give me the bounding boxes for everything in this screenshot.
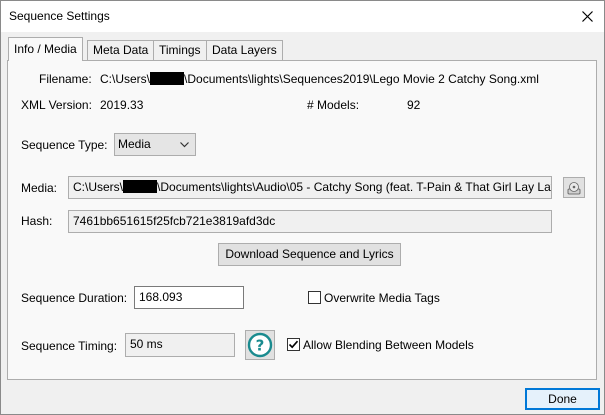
disc-icon (567, 182, 581, 195)
models-value: 92 (407, 98, 421, 112)
filename-value: C:\Users\ \Documents\lights\Sequences2019… (100, 72, 539, 86)
close-button[interactable] (570, 1, 604, 32)
filename-suffix: \Documents\lights\Sequences2019\Lego Mov… (184, 72, 539, 86)
media-path-field[interactable]: C:\Users\ \Documents\lights\Audio\05 - Ca… (68, 176, 552, 199)
sequence-duration-label: Sequence Duration: (21, 291, 128, 305)
help-icon: ? (247, 332, 273, 358)
checkmark-icon (288, 340, 299, 349)
tab-data-layers[interactable]: Data Layers (206, 40, 283, 60)
xml-version-label: XML Version: (21, 98, 92, 112)
title-bar: Sequence Settings (1, 1, 604, 32)
overwrite-media-tags-label: Overwrite Media Tags (324, 291, 440, 305)
browse-media-button[interactable] (563, 177, 585, 198)
tab-timings[interactable]: Timings (153, 40, 207, 60)
done-button[interactable]: Done (525, 388, 600, 410)
media-suffix: \Documents\lights\Audio\05 - Catchy Song… (157, 180, 552, 194)
models-label: # Models: (307, 98, 360, 112)
xml-version-value: 2019.33 (100, 98, 144, 112)
help-button[interactable]: ? (245, 330, 275, 360)
chevron-down-icon (180, 142, 189, 148)
tab-meta-data[interactable]: Meta Data (87, 40, 155, 60)
media-prefix: C:\Users\ (73, 180, 124, 194)
overwrite-media-tags-checkbox[interactable] (308, 291, 321, 304)
filename-label: Filename: (39, 72, 92, 86)
filename-prefix: C:\Users\ (100, 72, 151, 86)
download-sequence-lyrics-button[interactable]: Download Sequence and Lyrics (218, 243, 401, 266)
svg-text:?: ? (256, 337, 265, 355)
window-title: Sequence Settings (9, 9, 110, 23)
sequence-duration-input[interactable]: 168.093 (134, 286, 244, 309)
sequence-type-select[interactable]: Media (114, 133, 196, 156)
hash-label: Hash: (21, 214, 53, 228)
allow-blending-checkbox[interactable] (287, 338, 300, 351)
sequence-timing-label: Sequence Timing: (21, 339, 118, 353)
sequence-settings-dialog: Sequence Settings Info / Media Meta Data… (0, 0, 605, 415)
tab-info-media[interactable]: Info / Media (8, 37, 83, 61)
redacted-username (123, 180, 158, 193)
sequence-type-value: Media (118, 137, 151, 151)
hash-field[interactable]: 7461bb651615f25fcb721e3819afd3dc (68, 210, 552, 233)
redacted-username (150, 72, 185, 85)
media-label: Media: (21, 181, 58, 195)
sequence-type-label: Sequence Type: (21, 138, 108, 152)
sequence-timing-field[interactable]: 50 ms (125, 333, 235, 357)
close-icon (581, 11, 593, 22)
allow-blending-label: Allow Blending Between Models (303, 338, 474, 352)
